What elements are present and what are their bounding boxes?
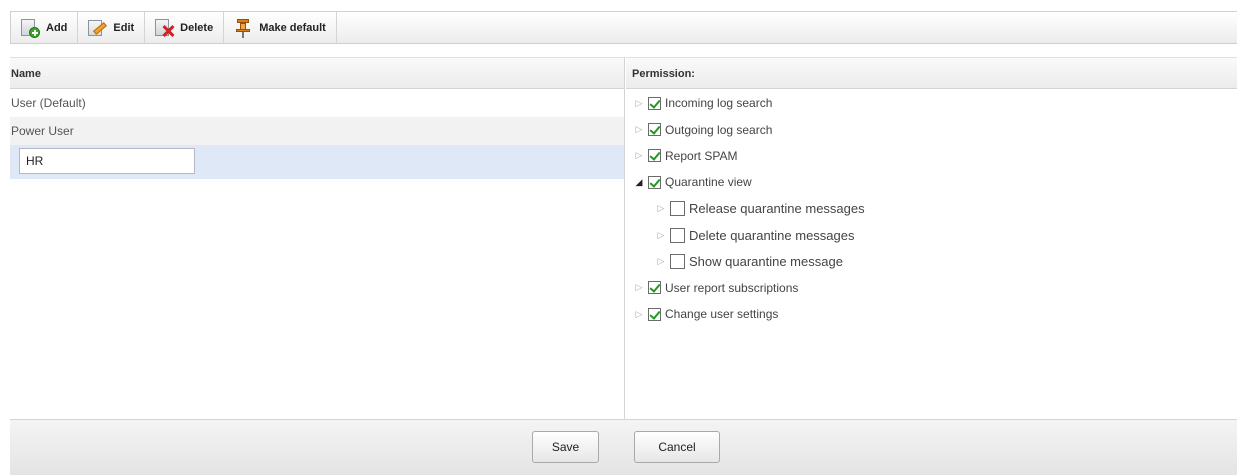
- triangle-right-icon[interactable]: ▷: [652, 203, 670, 214]
- tree-node: ▷ Release quarantine messages: [626, 196, 1237, 222]
- triangle-down-icon[interactable]: ◢: [630, 177, 648, 188]
- permission-checkbox[interactable]: [670, 254, 685, 270]
- delete-button-label: Delete: [180, 21, 214, 34]
- permission-checkbox[interactable]: [648, 281, 661, 295]
- list-item[interactable]: User (Default): [10, 89, 624, 117]
- permission-checkbox[interactable]: [670, 201, 685, 217]
- footer-bar: Save Cancel: [10, 419, 1237, 475]
- permission-checkbox[interactable]: [648, 149, 661, 163]
- toolbar: Add Edit Delete Make default: [10, 11, 1237, 44]
- permission-checkbox[interactable]: [648, 123, 661, 137]
- cancel-button[interactable]: Cancel: [634, 431, 720, 463]
- permission-checkbox[interactable]: [648, 96, 661, 110]
- permission-checkbox[interactable]: [670, 227, 685, 243]
- edit-document-icon: [87, 18, 108, 38]
- tree-node: ▷ User report subscriptions: [626, 275, 1237, 301]
- tree-node: ▷ Change user settings: [626, 301, 1237, 327]
- permission-label: User report subscriptions: [665, 280, 799, 295]
- name-column-header: Name: [10, 57, 624, 89]
- roles-list: Name User (Default) Power User: [10, 57, 625, 419]
- triangle-right-icon[interactable]: ▷: [630, 124, 648, 135]
- add-button[interactable]: Add: [11, 12, 79, 43]
- tree-node: ◢ Quarantine view: [626, 169, 1237, 195]
- permission-label: Quarantine view: [665, 175, 752, 190]
- pin-icon: [233, 18, 253, 38]
- permission-label: Release quarantine messages: [689, 201, 865, 217]
- edit-button-label: Edit: [113, 21, 135, 34]
- delete-button[interactable]: Delete: [145, 12, 225, 43]
- make-default-button[interactable]: Make default: [224, 12, 337, 43]
- tree-node: ▷ Incoming log search: [626, 90, 1237, 116]
- list-item[interactable]: Power User: [10, 117, 624, 145]
- tree-node: ▷ Delete quarantine messages: [626, 222, 1237, 248]
- permission-label: Incoming log search: [665, 96, 773, 111]
- save-button[interactable]: Save: [532, 431, 599, 463]
- tree-node: ▷ Report SPAM: [626, 143, 1237, 169]
- permission-checkbox[interactable]: [648, 175, 661, 189]
- permission-label: Change user settings: [665, 307, 779, 322]
- add-button-label: Add: [46, 21, 68, 34]
- permission-checkbox[interactable]: [648, 307, 661, 321]
- triangle-right-icon[interactable]: ▷: [630, 282, 648, 293]
- delete-document-icon: [154, 18, 174, 38]
- tree-node: ▷ Show quarantine message: [626, 248, 1237, 274]
- permission-column-header: Permission:: [626, 57, 1237, 89]
- permissions-tree: Permission: ▷ Incoming log search ▷ Outg…: [626, 57, 1237, 419]
- triangle-right-icon[interactable]: ▷: [630, 150, 648, 161]
- triangle-right-icon[interactable]: ▷: [630, 98, 648, 109]
- triangle-right-icon[interactable]: ▷: [630, 309, 648, 320]
- permission-label: Delete quarantine messages: [689, 227, 855, 243]
- list-item-selected[interactable]: [10, 145, 624, 179]
- permission-label: Show quarantine message: [689, 254, 843, 270]
- permission-label: Outgoing log search: [665, 122, 773, 137]
- permission-label: Report SPAM: [665, 148, 738, 163]
- triangle-right-icon[interactable]: ▷: [652, 230, 670, 241]
- add-document-icon: [20, 18, 40, 38]
- edit-button[interactable]: Edit: [78, 12, 146, 43]
- tree-node: ▷ Outgoing log search: [626, 116, 1237, 142]
- permission-tree: ▷ Incoming log search ▷ Outgoing log sea…: [626, 89, 1237, 328]
- triangle-right-icon[interactable]: ▷: [652, 256, 670, 267]
- role-name-input[interactable]: [19, 148, 195, 174]
- make-default-button-label: Make default: [259, 21, 326, 34]
